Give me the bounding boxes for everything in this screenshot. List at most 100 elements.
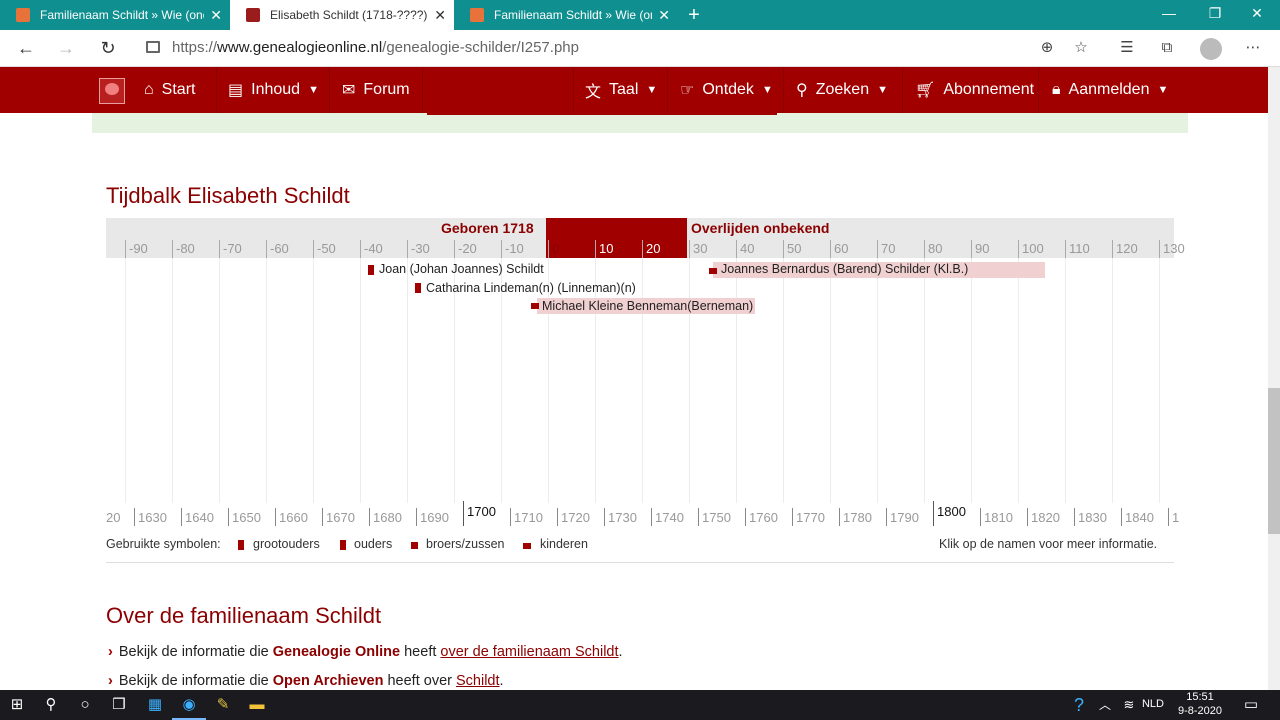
page-scrollbar[interactable] — [1268, 67, 1280, 690]
close-window-icon[interactable]: ✕ — [1234, 0, 1280, 30]
close-tab-icon[interactable]: ✕ — [210, 7, 222, 24]
nav-zoeken[interactable]: ⚲ Zoeken ▼ — [796, 67, 888, 113]
age-tick-label: -30 — [411, 241, 430, 256]
year-tick-mark — [1168, 508, 1169, 526]
gridline — [1065, 258, 1066, 503]
maximize-icon[interactable]: ❐ — [1192, 0, 1238, 30]
cortana-icon[interactable]: ○ — [68, 690, 102, 720]
familienaam-link[interactable]: over de familienaam Schildt — [440, 644, 618, 660]
nav-taal[interactable]: 文 Taal ▼ — [585, 67, 657, 113]
age-tick-mark — [407, 240, 408, 258]
collections-icon[interactable]: ⧉ — [1156, 36, 1178, 60]
chevron-right-icon: › — [108, 673, 113, 689]
nav-label: Aanmelden — [1068, 81, 1150, 98]
refresh-icon[interactable]: ↻ — [96, 36, 120, 60]
calculator-app-icon[interactable]: ▦ — [138, 690, 172, 720]
add-to-collections-icon[interactable]: ⊕ — [1036, 36, 1058, 60]
gridline — [219, 258, 220, 503]
chevron-down-icon: ▼ — [1157, 84, 1169, 96]
age-tick-label: 90 — [975, 241, 990, 256]
death-label: Overlijden onbekend — [691, 220, 830, 236]
age-tick-mark — [877, 240, 878, 258]
edge-browser-icon[interactable]: ◉ — [172, 690, 206, 720]
gridline — [783, 258, 784, 503]
legend-prefix: Gebruikte symbolen: — [106, 537, 221, 551]
tab-title: Familienaam Schildt » Wie (onde — [494, 8, 652, 22]
year-label: 20 — [106, 510, 121, 525]
browser-tab-1[interactable]: Familienaam Schildt » Wie (onde ✕ — [0, 0, 230, 30]
text: heeft over — [383, 673, 456, 689]
year-tick-mark — [228, 508, 229, 526]
new-tab-button[interactable]: + — [682, 3, 706, 27]
clock-date[interactable]: 9-8-2020 — [1172, 705, 1228, 717]
url-host: www.genealogieonline.nl — [217, 39, 383, 56]
favicon-icon — [470, 8, 484, 22]
age-tick-mark — [454, 240, 455, 258]
favorites-icon[interactable]: ☰ — [1116, 36, 1138, 60]
text: heeft — [400, 644, 441, 660]
child-symbol-icon — [523, 543, 531, 549]
person-link[interactable]: Joan (Johan Joannes) Schildt — [379, 262, 544, 276]
nav-aanmelden[interactable]: 🔒︎ Aanmelden ▼ — [1052, 67, 1168, 113]
search-icon: ⚲ — [796, 82, 808, 99]
browser-tab-3[interactable]: Familienaam Schildt » Wie (onde ✕ — [454, 0, 678, 30]
year-tick-mark — [181, 508, 182, 526]
pointer-hand-icon: ☞ — [680, 82, 695, 99]
gridline — [830, 258, 831, 503]
file-explorer-icon[interactable]: ▬ — [240, 690, 274, 720]
language-indicator[interactable]: NLD — [1138, 698, 1168, 710]
year-tick-mark — [369, 508, 370, 526]
year-label: 1720 — [561, 510, 590, 525]
more-menu-icon[interactable]: ⋯ — [1242, 36, 1264, 60]
back-icon[interactable]: ← — [14, 36, 38, 60]
legend-item: ouders — [354, 537, 393, 551]
browser-tab-2[interactable]: Elisabeth Schildt (1718-????) » Ge ✕ — [230, 0, 454, 30]
profile-avatar[interactable] — [1200, 38, 1222, 60]
year-tick-mark — [557, 508, 558, 526]
windows-start-icon[interactable]: ⊞ — [0, 690, 34, 720]
nav-start[interactable]: ⌂ Start — [144, 67, 195, 113]
year-label: 1670 — [326, 510, 355, 525]
language-icon: 文 — [585, 84, 602, 101]
app-icon[interactable]: ✎ — [206, 690, 240, 720]
site-logo[interactable] — [99, 78, 125, 104]
year-tick-mark — [604, 508, 605, 526]
favorite-star-icon[interactable]: ☆ — [1070, 36, 1092, 60]
nav-inhoud[interactable]: ▤ Inhoud ▼ — [228, 67, 319, 113]
age-tick-mark — [1065, 240, 1066, 258]
child-symbol-icon — [709, 268, 717, 274]
sibling-symbol-icon — [411, 542, 418, 549]
nav-abonnement[interactable]: 🛒︎ Abonnement — [915, 67, 1034, 113]
year-label: 1740 — [655, 510, 684, 525]
age-tick-mark — [642, 240, 643, 258]
divider — [427, 113, 777, 115]
timeline-title: Tijdbalk Elisabeth Schildt — [106, 183, 350, 208]
search-icon[interactable]: ⚲ — [34, 690, 68, 720]
close-tab-icon[interactable]: ✕ — [434, 7, 446, 24]
clock-time[interactable]: 15:51 — [1172, 691, 1228, 703]
task-view-icon[interactable]: ❒ — [102, 690, 136, 720]
minimize-icon[interactable]: — — [1146, 0, 1192, 30]
person-link[interactable]: Catharina Lindeman(n) (Linneman)(n) — [426, 281, 636, 295]
age-tick-mark — [172, 240, 173, 258]
person-link[interactable]: Michael Kleine Benneman(Berneman) — [542, 299, 753, 313]
year-tick-mark — [933, 501, 934, 526]
age-tick-label: -20 — [458, 241, 477, 256]
legend-item: grootouders — [253, 537, 320, 551]
nav-forum[interactable]: ✉ Forum — [342, 67, 410, 113]
parent-symbol-icon — [415, 283, 421, 293]
scrollbar-thumb[interactable] — [1268, 388, 1280, 534]
forward-icon[interactable]: → — [54, 36, 78, 60]
schildt-link[interactable]: Schildt — [456, 673, 500, 689]
notifications-icon[interactable]: ▭ — [1234, 690, 1268, 720]
person-link[interactable]: Joannes Bernardus (Barend) Schilder (Kl.… — [721, 262, 968, 276]
nav-divider — [573, 67, 574, 113]
age-tick-mark — [783, 240, 784, 258]
year-label: 1680 — [373, 510, 402, 525]
close-tab-icon[interactable]: ✕ — [658, 7, 670, 24]
year-tick-mark — [510, 508, 511, 526]
year-label: 1630 — [138, 510, 167, 525]
url-field[interactable]: https://www.genealogieonline.nl/genealog… — [146, 36, 1106, 60]
chevron-right-icon: › — [108, 644, 113, 660]
nav-ontdek[interactable]: ☞ Ontdek ▼ — [680, 67, 773, 113]
